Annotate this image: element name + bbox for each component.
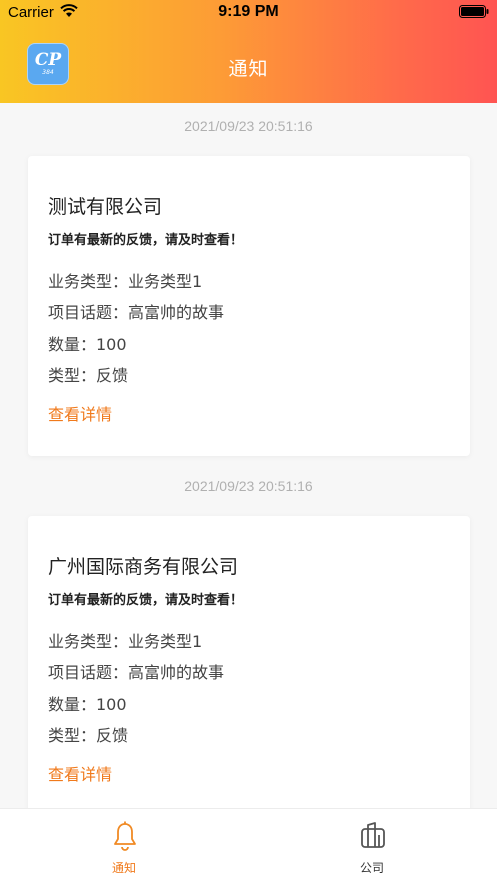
notification-card[interactable]: 广州国际商务有限公司 订单有最新的反馈，请及时查看！ 业务类型：业务类型1 项目… <box>28 516 470 808</box>
notification-feed[interactable]: 2021/09/23 20:51:16 测试有限公司 订单有最新的反馈，请及时查… <box>0 103 497 808</box>
status-time: 9:19 PM <box>218 3 279 20</box>
view-details-link[interactable]: 查看详情 <box>48 761 112 785</box>
tab-label: 通知 <box>111 861 136 875</box>
company-name: 测试有限公司 <box>48 196 163 218</box>
project-topic: 项目话题：高富帅的故事 <box>48 663 225 682</box>
notification-type: 类型：反馈 <box>48 726 129 745</box>
notification-subtitle: 订单有最新的反馈，请及时查看！ <box>48 233 244 248</box>
notification-card[interactable]: 测试有限公司 订单有最新的反馈，请及时查看！ 业务类型：业务类型1 项目话题：高… <box>28 156 470 456</box>
status-bar: Carrier 9:19 PM <box>0 0 497 26</box>
notification-type: 类型：反馈 <box>48 366 129 385</box>
bell-icon <box>114 821 136 851</box>
notification-subtitle: 订单有最新的反馈，请及时查看！ <box>48 593 244 608</box>
project-topic: 项目话题：高富帅的故事 <box>48 303 225 322</box>
battery-icon <box>459 5 489 18</box>
tab-label: 公司 <box>359 861 384 875</box>
company-name: 广州国际商务有限公司 <box>48 556 239 578</box>
page-title: 通知 <box>228 58 269 80</box>
business-type: 业务类型：业务类型1 <box>48 272 203 291</box>
notification-timestamp: 2021/09/23 20:51:16 <box>184 118 313 134</box>
view-details-link[interactable]: 查看详情 <box>48 401 112 425</box>
tab-company[interactable]: 公司 <box>248 809 496 883</box>
tab-notifications[interactable]: 通知 <box>0 809 248 883</box>
tab-bar: 通知 公司 <box>0 808 497 883</box>
quantity: 数量：100 <box>48 695 127 714</box>
quantity: 数量：100 <box>48 335 127 354</box>
business-type: 业务类型：业务类型1 <box>48 632 203 651</box>
notification-timestamp: 2021/09/23 20:51:16 <box>184 478 313 494</box>
header: Carrier 9:19 PM CP 384 通知 <box>0 0 497 103</box>
building-icon <box>361 822 385 848</box>
